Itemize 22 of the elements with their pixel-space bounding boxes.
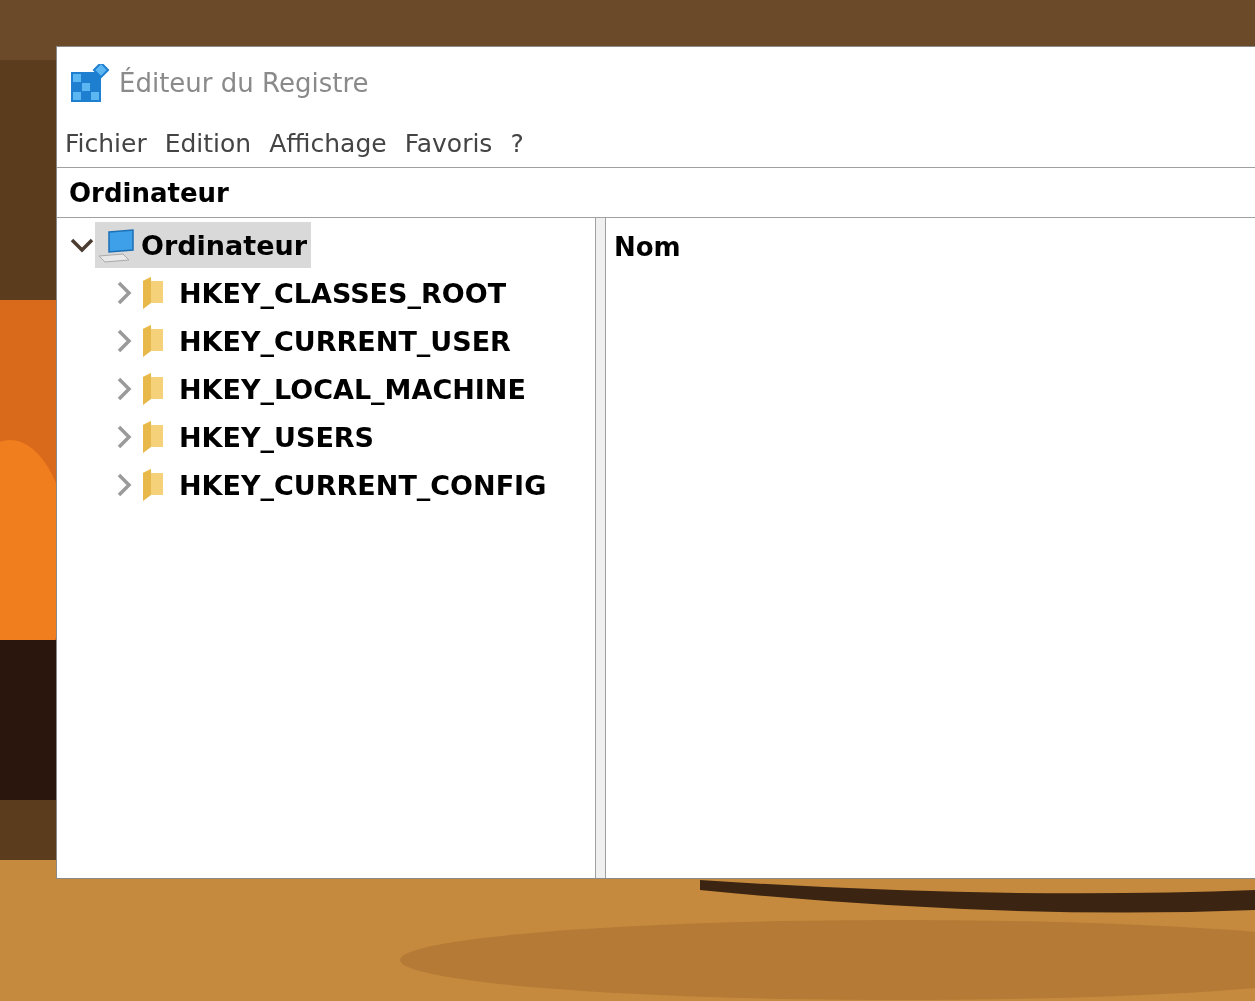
folder-icon bbox=[141, 469, 165, 501]
column-header[interactable]: Nom bbox=[614, 232, 681, 262]
tree-item[interactable]: Ordinateur bbox=[95, 222, 312, 268]
menu-item[interactable]: Affichage bbox=[267, 128, 389, 158]
menu-item[interactable]: Fichier bbox=[63, 128, 149, 158]
folder-icon bbox=[141, 277, 165, 309]
menu-item[interactable]: Edition bbox=[162, 128, 254, 158]
address-bar[interactable]: Ordinateur bbox=[69, 177, 229, 208]
tree-item[interactable]: HKEY_CURRENT_USER bbox=[137, 318, 515, 364]
tree-item[interactable]: HKEY_CURRENT_CONFIG bbox=[137, 462, 551, 508]
folder-icon bbox=[141, 421, 165, 453]
window-title: Éditeur du Registre bbox=[119, 68, 369, 98]
menu-item[interactable]: ? bbox=[508, 128, 526, 158]
tree-item[interactable]: HKEY_LOCAL_MACHINE bbox=[137, 366, 530, 412]
menu-item[interactable]: Favoris bbox=[402, 128, 495, 158]
folder-icon bbox=[141, 325, 165, 357]
computer-icon bbox=[97, 226, 135, 264]
tree-item[interactable]: HKEY_USERS bbox=[137, 414, 379, 460]
registry-icon bbox=[71, 64, 109, 102]
tree-item[interactable]: HKEY_CLASSES_ROOT bbox=[137, 270, 511, 316]
pane-splitter[interactable] bbox=[596, 218, 606, 878]
folder-icon bbox=[141, 373, 165, 405]
